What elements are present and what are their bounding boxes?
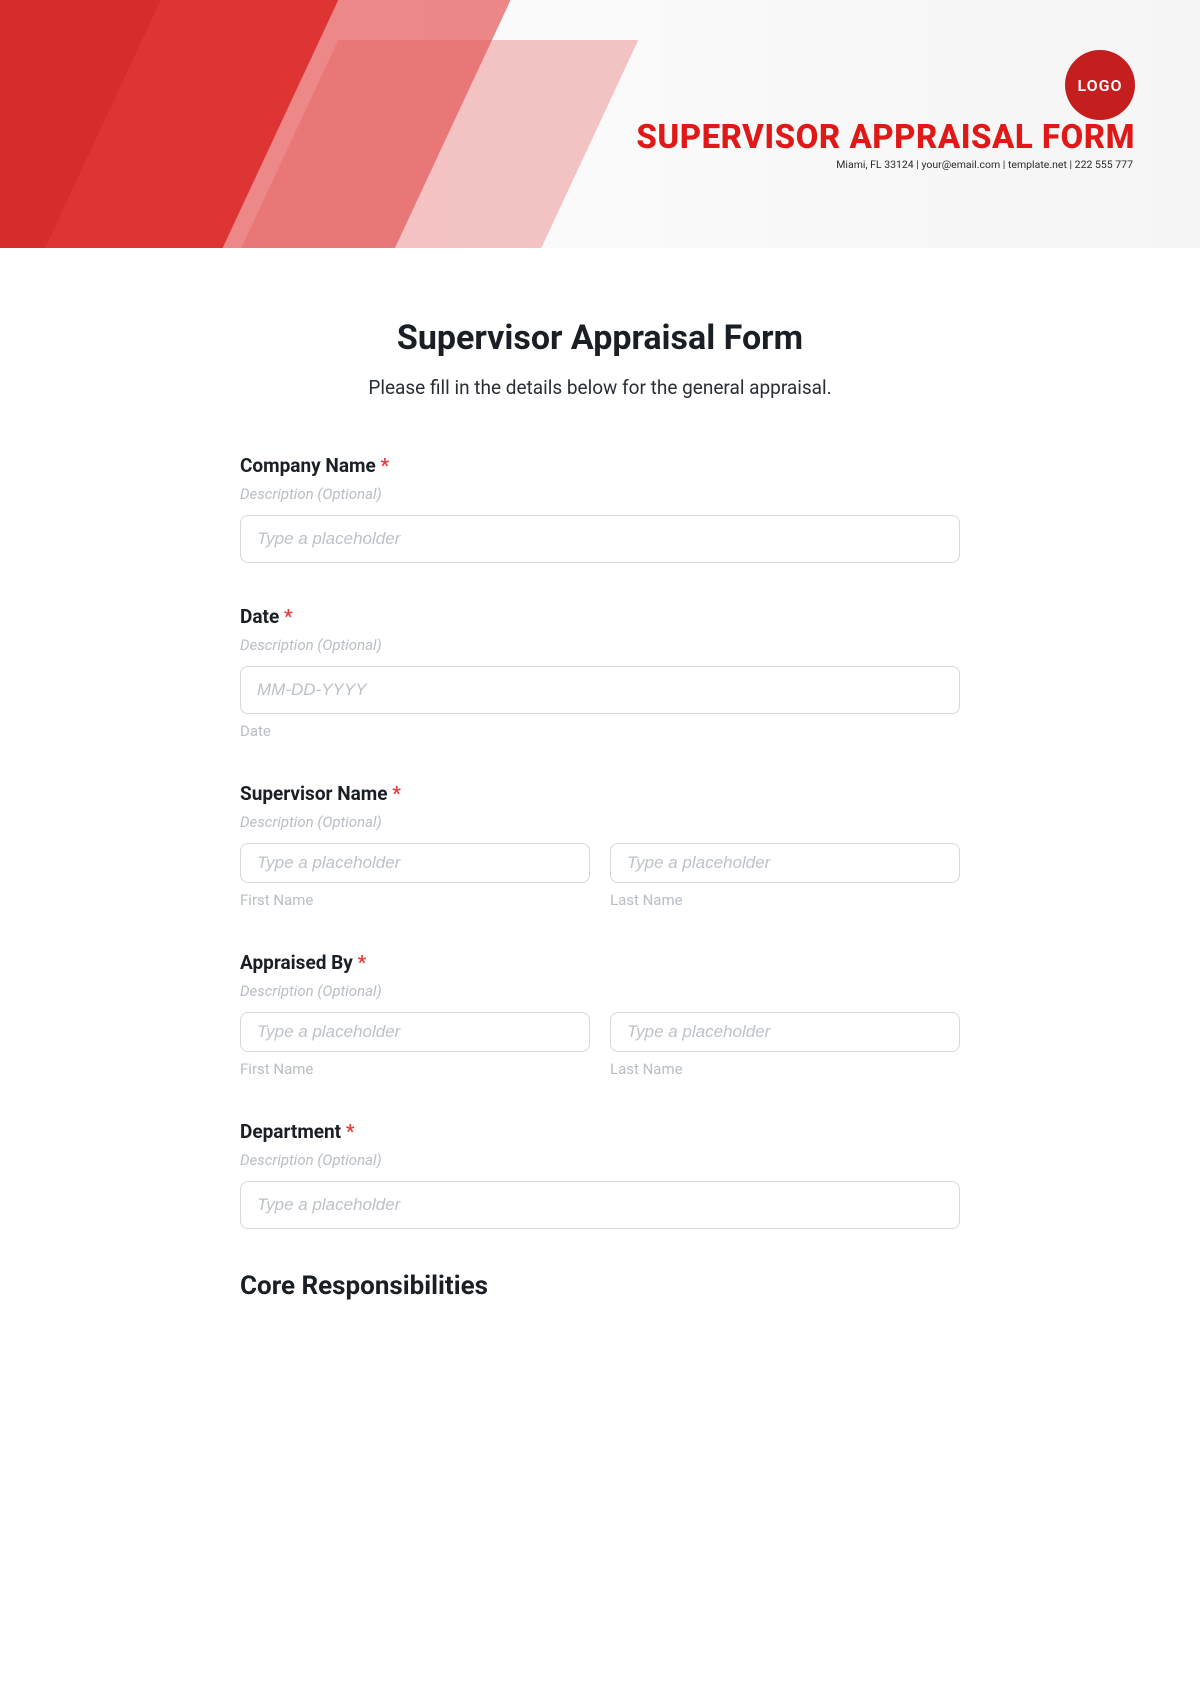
- date-desc: Description (Optional): [240, 636, 960, 654]
- department-label: Department *: [240, 1120, 960, 1143]
- field-date: Date * Description (Optional) Date: [240, 605, 960, 740]
- supervisor-first-sub: First Name: [240, 891, 590, 909]
- company-input[interactable]: [240, 515, 960, 563]
- header-title: SUPERVISOR APPRAISAL FORM: [636, 118, 1135, 157]
- date-label: Date *: [240, 605, 960, 628]
- appraised-label: Appraised By *: [240, 951, 960, 974]
- logo-badge: LOGO: [1065, 50, 1135, 120]
- company-label: Company Name *: [240, 454, 960, 477]
- date-input[interactable]: [240, 666, 960, 714]
- supervisor-label: Supervisor Name *: [240, 782, 960, 805]
- required-asterisk: *: [392, 782, 401, 805]
- form-title: Supervisor Appraisal Form: [240, 318, 960, 358]
- company-desc: Description (Optional): [240, 485, 960, 503]
- required-asterisk: *: [346, 1120, 355, 1143]
- field-appraised: Appraised By * Description (Optional) Fi…: [240, 951, 960, 1078]
- field-supervisor: Supervisor Name * Description (Optional)…: [240, 782, 960, 909]
- department-input[interactable]: [240, 1181, 960, 1229]
- required-asterisk: *: [284, 605, 293, 628]
- supervisor-first-input[interactable]: [240, 843, 590, 883]
- logo-text: LOGO: [1077, 76, 1122, 95]
- appraised-last-sub: Last Name: [610, 1060, 960, 1078]
- section-core-heading: Core Responsibilities: [240, 1271, 960, 1301]
- date-sublabel: Date: [240, 722, 960, 740]
- department-desc: Description (Optional): [240, 1151, 960, 1169]
- form-subtitle: Please fill in the details below for the…: [240, 376, 960, 399]
- appraised-first-input[interactable]: [240, 1012, 590, 1052]
- supervisor-last-input[interactable]: [610, 843, 960, 883]
- appraised-last-input[interactable]: [610, 1012, 960, 1052]
- supervisor-desc: Description (Optional): [240, 813, 960, 831]
- field-department: Department * Description (Optional): [240, 1120, 960, 1229]
- form-container: Supervisor Appraisal Form Please fill in…: [240, 248, 960, 1341]
- supervisor-last-sub: Last Name: [610, 891, 960, 909]
- required-asterisk: *: [380, 454, 389, 477]
- appraised-first-sub: First Name: [240, 1060, 590, 1078]
- field-company: Company Name * Description (Optional): [240, 454, 960, 563]
- header-contact: Miami, FL 33124 | your@email.com | templ…: [836, 158, 1133, 171]
- required-asterisk: *: [358, 951, 367, 974]
- header-banner: LOGO SUPERVISOR APPRAISAL FORM Miami, FL…: [0, 0, 1200, 248]
- appraised-desc: Description (Optional): [240, 982, 960, 1000]
